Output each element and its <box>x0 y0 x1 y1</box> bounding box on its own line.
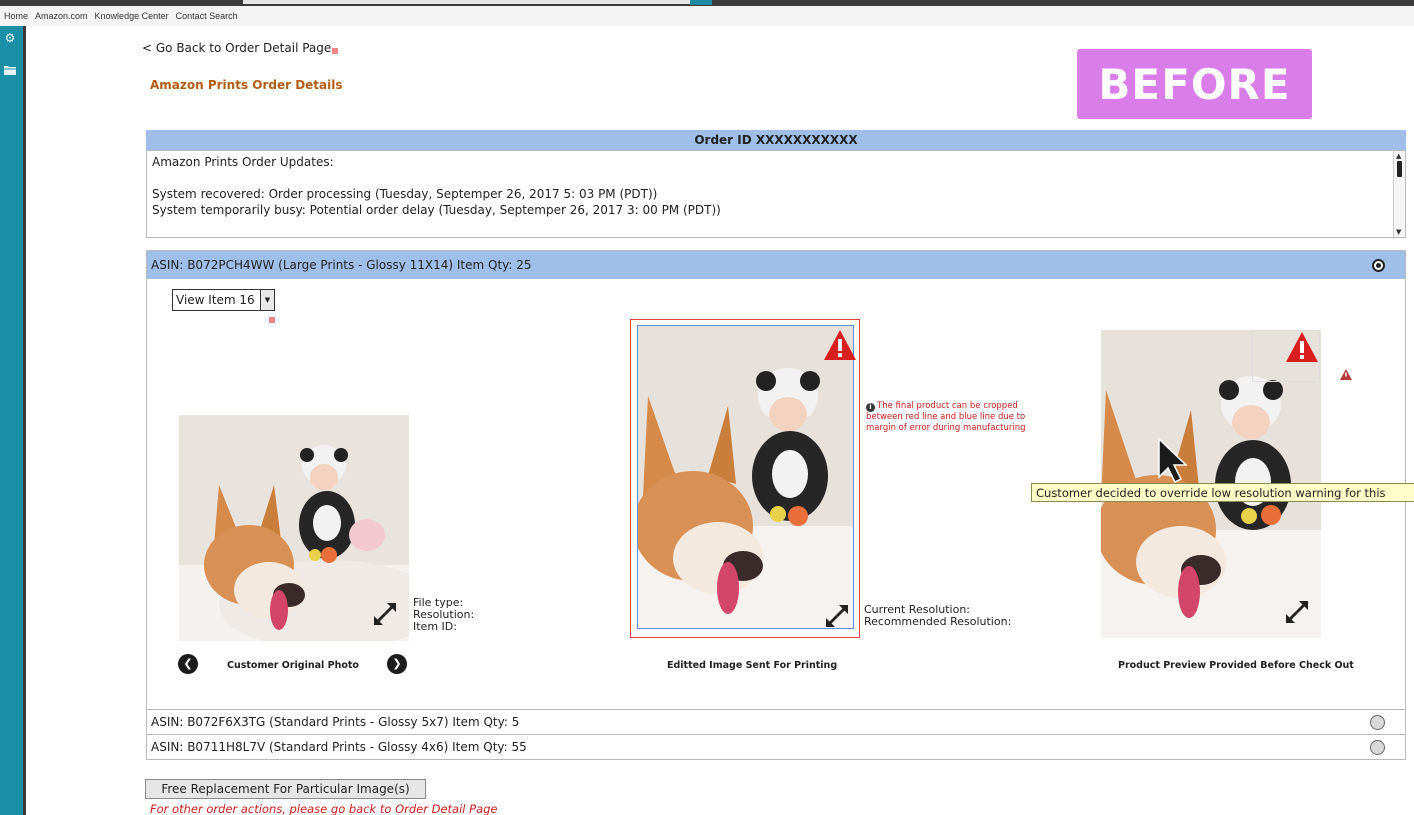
mouse-cursor-icon <box>1158 437 1187 483</box>
crop-margin-note: i The final product can be cropped betwee… <box>866 401 1031 434</box>
recommended-resolution-label: Recommended Resolution: <box>864 615 1012 628</box>
asin-label: ASIN: B072PCH4WW (Large Prints - Glossy … <box>151 258 532 272</box>
left-rail: ⚙ <box>0 26 26 815</box>
original-meta: File type: Resolution: Item ID: <box>413 597 474 633</box>
page-title: Amazon Prints Order Details <box>150 78 343 92</box>
next-photo-button[interactable]: ❯ <box>387 654 407 674</box>
warning-note-icon[interactable] <box>1340 369 1352 380</box>
other-actions-note: For other order actions, please go back … <box>150 802 498 815</box>
nav-contact-search[interactable]: Contact Search <box>176 11 238 21</box>
scroll-up-icon[interactable]: ▲ <box>1396 152 1401 160</box>
asin-radio[interactable] <box>1370 740 1385 755</box>
asin-radio[interactable] <box>1370 715 1385 730</box>
override-tooltip: Customer decided to override low resolut… <box>1031 483 1414 502</box>
expand-icon[interactable] <box>372 601 398 627</box>
note-marker-icon <box>332 48 339 54</box>
preview-caption: Product Preview Provided Before Check Ou… <box>1118 660 1354 671</box>
nav-knowledge-center[interactable]: Knowledge Center <box>95 11 169 21</box>
update-line: System recovered: Order processing (Tues… <box>152 187 658 201</box>
edited-meta: Current Resolution: Recommended Resoluti… <box>864 604 1011 628</box>
note-marker-icon <box>269 317 275 323</box>
previous-photo-button[interactable]: ❮ <box>178 654 198 674</box>
back-link-text: < Go Back to Order Detail Page <box>142 41 332 55</box>
order-updates-box[interactable]: Amazon Prints Order Updates: System reco… <box>146 150 1406 238</box>
expand-icon[interactable] <box>1284 599 1310 625</box>
asin-row-label: ASIN: B072F6X3TG (Standard Prints - Glos… <box>151 715 520 729</box>
info-icon: i <box>866 403 875 412</box>
chevron-down-icon[interactable]: ▼ <box>260 290 274 310</box>
edited-photo <box>637 325 854 629</box>
top-nav: Home Amazon.com Knowledge Center Contact… <box>0 6 1414 26</box>
scroll-thumb[interactable] <box>1397 161 1402 177</box>
original-caption: Customer Original Photo <box>227 660 359 671</box>
crop-note-text: The final product can be cropped between… <box>866 401 1026 433</box>
address-go-button[interactable] <box>690 0 712 5</box>
before-badge: BEFORE <box>1077 49 1312 119</box>
nav-amazon[interactable]: Amazon.com <box>35 11 88 21</box>
asin-row[interactable]: ASIN: B072F6X3TG (Standard Prints - Glos… <box>146 709 1406 735</box>
expand-icon[interactable] <box>824 603 850 629</box>
gear-icon[interactable]: ⚙ <box>3 31 17 45</box>
view-item-select[interactable]: View Item 16 ▼ <box>172 289 275 311</box>
edited-caption: Editted Image Sent For Printing <box>667 660 838 671</box>
updates-scrollbar[interactable]: ▲ ▼ <box>1393 151 1405 237</box>
address-bar[interactable] <box>243 0 690 4</box>
asin-row[interactable]: ASIN: B0711H8L7V (Standard Prints - Glos… <box>146 734 1406 760</box>
updates-title: Amazon Prints Order Updates: <box>152 155 334 169</box>
order-id-header: Order ID XXXXXXXXXXX <box>146 130 1406 150</box>
update-line: System temporarily busy: Potential order… <box>152 203 721 217</box>
free-replacement-button[interactable]: Free Replacement For Particular Image(s) <box>145 779 426 799</box>
low-resolution-warning-icon[interactable] <box>823 329 857 361</box>
scroll-down-icon[interactable]: ▼ <box>1396 228 1401 236</box>
item-id-label: Item ID: <box>413 620 457 633</box>
asin-row-label: ASIN: B0711H8L7V (Standard Prints - Glos… <box>151 740 527 754</box>
asin-header-active[interactable]: ASIN: B072PCH4WW (Large Prints - Glossy … <box>147 251 1405 279</box>
nav-home[interactable]: Home <box>4 11 28 21</box>
back-to-order-link[interactable]: < Go Back to Order Detail Page <box>142 41 339 55</box>
low-resolution-warning-icon[interactable] <box>1285 331 1319 363</box>
view-item-value: View Item 16 <box>176 293 255 307</box>
asin-radio-selected[interactable] <box>1372 259 1385 272</box>
asin-panel-active: ASIN: B072PCH4WW (Large Prints - Glossy … <box>146 250 1414 710</box>
folder-icon[interactable] <box>3 64 17 78</box>
